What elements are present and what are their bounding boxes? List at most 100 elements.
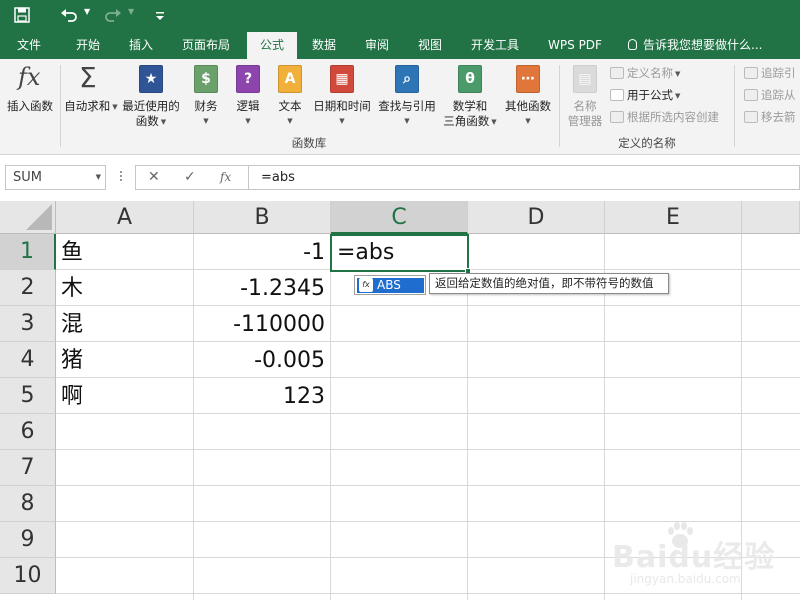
create-from-selection-button[interactable]: 根据所选内容创建 [610,109,719,125]
cell-a1[interactable]: 鱼 [56,234,193,270]
trace-dependents-button[interactable]: 追踪从 [744,87,796,103]
name-manager-button[interactable]: ▤ 名称 管理器 [562,59,608,135]
name-tag-icon: ▤ [573,65,597,93]
name-box-dropdown-icon[interactable]: ▼ [96,166,101,189]
more-functions-button[interactable]: ⋯ 其他函数 ▼ [500,59,556,135]
column-header-e[interactable]: E [605,201,742,234]
row-header-6[interactable]: 6 [0,414,56,450]
insert-function-button[interactable]: fx 插入函数 [2,59,58,135]
formula-bar-grip-icon[interactable] [119,169,123,185]
watermark-brand: Baidu经验 [612,540,776,575]
tab-home[interactable]: 开始 [62,32,114,59]
column-header-a[interactable]: A [56,201,194,234]
undo-icon[interactable] [60,4,78,29]
cell-b3[interactable]: -110000 [194,306,330,342]
cell-a4[interactable]: 猪 [56,342,193,378]
more-book-icon: ⋯ [516,65,540,93]
more-caret-icon: ▼ [525,117,531,125]
use-in-formula-button[interactable]: 用于公式 ▼ [610,87,680,104]
datetime-label: 日期和时间 [313,99,371,113]
text-button[interactable]: A 文本 ▼ [270,59,310,135]
row-header-4[interactable]: 4 [0,342,56,378]
ribbon-formulas: fx 插入函数 Σ 自动求和 ▼ ★ 最近使用的 函数 ▼ $ 财务 ▼ ? 逻辑 … [0,59,800,155]
logical-button[interactable]: ? 逻辑 ▼ [228,59,268,135]
datetime-button[interactable]: ▦ 日期和时间 ▼ [310,59,374,135]
tab-insert[interactable]: 插入 [116,32,166,59]
tab-file[interactable]: 文件 [6,32,52,59]
define-name-button[interactable]: 定义名称 ▼ [610,65,680,82]
row-header-3[interactable]: 3 [0,306,56,342]
column-header-f[interactable] [742,201,800,234]
cell-a5[interactable]: 啊 [56,378,193,414]
financial-caret-icon: ▼ [203,117,209,125]
column-header-c[interactable]: C [331,201,468,234]
cell-a2[interactable]: 木 [56,270,193,306]
cell-b2[interactable]: -1.2345 [194,270,330,306]
tab-developer[interactable]: 开发工具 [460,32,530,59]
tab-view[interactable]: 视图 [406,32,454,59]
defined-names-group-label: 定义的名称 [618,136,676,150]
row-header-5[interactable]: 5 [0,378,56,414]
row-header-7[interactable]: 7 [0,450,56,486]
recent-functions-label-2: 函数 ▼ [135,114,167,128]
formula-bar: SUM ▼ ✕ ✓ fx =abs [0,155,800,201]
name-box[interactable]: SUM ▼ [5,165,106,190]
customize-qat-icon[interactable] [154,4,166,29]
financial-label: 财务 [194,99,218,113]
cell-b1[interactable]: -1 [194,234,330,270]
function-tooltip: 返回给定数值的绝对值，即不带符号的数值 [429,273,669,294]
gridline [56,485,800,486]
remove-arrows-button[interactable]: 移去箭 [744,109,796,125]
watermark-url: jingyan.baidu.com [630,572,741,586]
autocomplete-item-abs[interactable]: fx ABS [357,278,424,293]
row-header-8[interactable]: 8 [0,486,56,522]
lightbulb-icon [628,39,637,50]
baidu-watermark: Baidu经验 jingyan.baidu.com [612,520,792,590]
trace-precedents-button[interactable]: 追踪引 [744,65,796,81]
insert-function-fx-button[interactable]: fx [220,166,231,189]
text-book-icon: A [278,65,302,93]
undo-dropdown-icon[interactable]: ▼ [84,7,90,16]
active-cell-c1[interactable]: =abs [330,234,471,274]
math-trig-button[interactable]: θ 数学和 三角函数 ▼ [440,59,500,135]
redo-dropdown-icon[interactable]: ▼ [128,7,134,16]
lookup-reference-label: 查找与引用 [378,99,436,113]
check-icon[interactable]: ✓ [184,166,196,189]
theta-book-icon: θ [458,65,482,93]
cell-b5[interactable]: 123 [194,378,330,414]
tab-data[interactable]: 数据 [300,32,348,59]
more-functions-label: 其他函数 [505,99,551,113]
remove-arrows-icon [744,111,758,123]
column-header-d[interactable]: D [468,201,605,234]
row-header-1[interactable]: 1 [0,234,56,270]
lookup-reference-button[interactable]: ⌕ 查找与引用 ▼ [376,59,438,135]
tab-wps-pdf[interactable]: WPS PDF [540,32,610,59]
gridline [330,234,331,600]
autosum-button[interactable]: Σ 自动求和 ▼ [62,59,120,135]
tab-review[interactable]: 审阅 [352,32,402,59]
gridline [56,449,800,450]
cell-a3[interactable]: 混 [56,306,193,342]
tag-icon [610,67,624,79]
star-book-icon: ★ [139,65,163,93]
select-all-button[interactable] [0,201,56,234]
tab-formulas[interactable]: 公式 [247,32,297,59]
row-header-9[interactable]: 9 [0,522,56,558]
column-header-b[interactable]: B [194,201,331,234]
lookup-caret-icon: ▼ [404,117,410,125]
formula-bar-buttons: ✕ ✓ fx [135,165,248,190]
row-header-2[interactable]: 2 [0,270,56,306]
math-trig-label-2: 三角函数 ▼ [443,114,497,128]
cell-b4[interactable]: -0.005 [194,342,330,378]
tell-me-text: 告诉我您想要做什么... [643,38,763,52]
recent-functions-button[interactable]: ★ 最近使用的 函数 ▼ [120,59,182,135]
cancel-icon[interactable]: ✕ [148,166,160,189]
redo-icon[interactable] [104,4,122,29]
tab-page-layout[interactable]: 页面布局 [170,32,242,59]
formula-input[interactable]: =abs [248,165,800,190]
financial-button[interactable]: $ 财务 ▼ [186,59,226,135]
tell-me-search[interactable]: 告诉我您想要做什么... [628,32,762,59]
row-header-10[interactable]: 10 [0,558,56,594]
coins-book-icon: $ [194,65,218,93]
save-icon[interactable] [14,4,30,29]
